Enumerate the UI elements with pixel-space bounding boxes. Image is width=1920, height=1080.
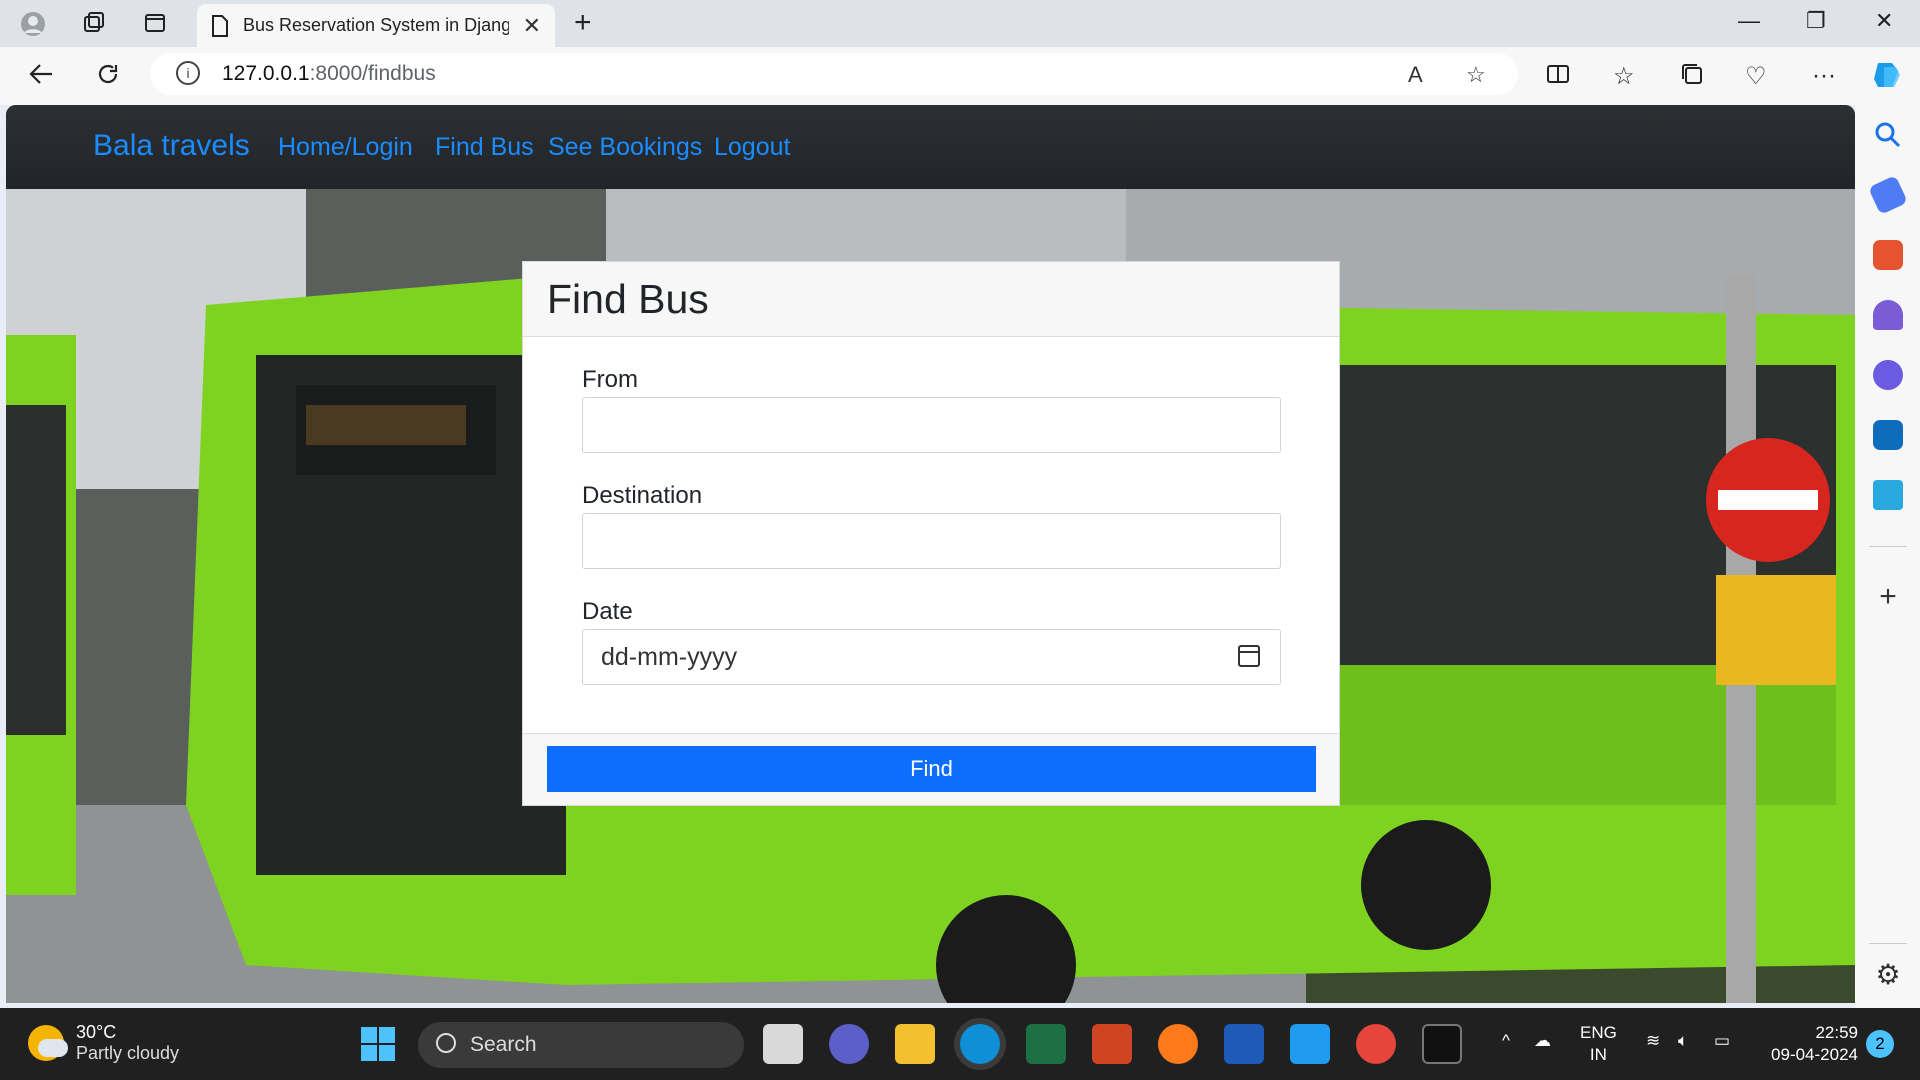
wifi-icon[interactable]: ≋ — [1646, 1030, 1660, 1052]
back-icon[interactable] — [28, 62, 54, 93]
tab-title: Bus Reservation System in Django — [243, 15, 509, 35]
edge-browser-icon[interactable] — [960, 1024, 1000, 1064]
page-viewport: Bala travels Home/Login Find Bus See Boo… — [6, 105, 1855, 1003]
card-header: Find Bus — [523, 262, 1339, 337]
battery-icon[interactable]: ▭ — [1714, 1030, 1730, 1052]
teams-chat-icon[interactable] — [829, 1024, 869, 1064]
nav-home-login[interactable]: Home/Login — [278, 133, 413, 162]
search-icon[interactable] — [1873, 120, 1903, 150]
language-indicator[interactable]: ENG IN — [1580, 1022, 1617, 1066]
workspaces-icon[interactable] — [80, 11, 106, 37]
calendar-icon[interactable] — [1238, 645, 1260, 667]
clock-time: 22:59 — [1815, 1023, 1858, 1042]
destination-input[interactable] — [582, 513, 1281, 569]
active-tab[interactable]: Bus Reservation System in Django ✕ — [197, 4, 555, 47]
outlook-icon[interactable] — [1873, 420, 1903, 450]
read-aloud-icon[interactable]: A — [1408, 62, 1423, 88]
date-placeholder: dd-mm-yyyy — [601, 642, 738, 671]
excel-icon[interactable] — [1026, 1024, 1066, 1064]
favorites-icon[interactable]: ☆ — [1613, 62, 1635, 91]
site-info-icon[interactable]: i — [176, 61, 200, 85]
terminal-icon[interactable] — [1422, 1024, 1462, 1064]
from-label: From — [582, 366, 638, 393]
taskbar-search-label: Search — [470, 1033, 537, 1056]
new-tab-button[interactable]: + — [574, 6, 592, 40]
games-icon[interactable] — [1873, 300, 1903, 330]
browser-essentials-icon[interactable]: ♡ — [1745, 62, 1767, 91]
task-view-icon[interactable] — [763, 1024, 803, 1064]
start-windows-icon[interactable] — [358, 1024, 398, 1064]
more-menu-icon[interactable]: ··· — [1812, 62, 1836, 90]
edge-sidebar: + ⚙ — [1855, 105, 1920, 1008]
weather-condition: Partly cloudy — [76, 1043, 180, 1063]
chrome-icon[interactable] — [1356, 1024, 1396, 1064]
taskbar-search[interactable]: Search — [418, 1022, 744, 1068]
clock[interactable]: 22:59 09-04-2024 — [1762, 1022, 1858, 1066]
onedrive-cloud-icon[interactable]: ☁ — [1534, 1030, 1551, 1052]
add-icon[interactable]: + — [1873, 582, 1903, 612]
search-magnifier-icon — [436, 1033, 456, 1053]
weather-widget[interactable]: 30°C Partly cloudy — [28, 1022, 179, 1064]
date-label: Date — [582, 598, 633, 625]
card-footer: Find — [523, 733, 1339, 805]
copilot-icon[interactable] — [1870, 57, 1906, 100]
destination-label: Destination — [582, 482, 703, 509]
windows-taskbar: 30°C Partly cloudy Search ^ ☁ ENG IN ≋ 🔈… — [0, 1008, 1920, 1080]
profile-icon[interactable] — [20, 11, 46, 37]
sidebar-divider-bottom — [1869, 943, 1907, 944]
nav-logout[interactable]: Logout — [714, 133, 790, 162]
notification-badge[interactable]: 2 — [1866, 1030, 1894, 1058]
favorite-star-icon[interactable]: ☆ — [1466, 62, 1486, 88]
sidebar-divider — [1869, 546, 1907, 547]
card-title: Find Bus — [547, 275, 709, 322]
drop-icon[interactable] — [1873, 480, 1903, 510]
microsoft-365-icon[interactable] — [1873, 360, 1903, 390]
find-button[interactable]: Find — [547, 746, 1316, 792]
restore-icon[interactable]: ❐ — [1806, 8, 1826, 34]
vertical-tabs-icon[interactable] — [142, 11, 168, 37]
url-path: :8000/findbus — [309, 62, 436, 85]
show-hidden-icons-chevron-icon[interactable]: ^ — [1502, 1030, 1510, 1052]
tab-strip: Bus Reservation System in Django ✕ + — ❐… — [0, 0, 1920, 47]
brand-link[interactable]: Bala travels — [93, 129, 250, 163]
date-input[interactable]: dd-mm-yyyy — [582, 629, 1281, 685]
close-tab-icon[interactable]: ✕ — [523, 13, 541, 39]
nav-find-bus[interactable]: Find Bus — [435, 133, 534, 162]
from-input[interactable] — [582, 397, 1281, 453]
page-icon — [212, 14, 228, 37]
clock-date: 09-04-2024 — [1771, 1045, 1858, 1064]
nav-see-bookings[interactable]: See Bookings — [548, 133, 702, 162]
find-bus-card: Find Bus From Destination Date dd-mm-yyy… — [522, 261, 1340, 806]
partly-cloudy-icon — [28, 1025, 68, 1061]
weather-temperature: 30°C — [76, 1022, 117, 1042]
language-code: ENG — [1580, 1023, 1617, 1042]
shopping-tag-icon[interactable] — [1868, 175, 1908, 215]
site-navbar: Bala travels Home/Login Find Bus See Boo… — [6, 105, 1855, 189]
vscode-icon[interactable] — [1290, 1024, 1330, 1064]
minimize-icon[interactable]: — — [1738, 8, 1760, 34]
volume-icon[interactable]: 🔈︎ — [1678, 1030, 1688, 1052]
word-icon[interactable] — [1224, 1024, 1264, 1064]
tools-icon[interactable] — [1873, 240, 1903, 270]
address-bar[interactable]: i 127.0.0.1:8000/findbus A ☆ — [150, 53, 1518, 95]
powerpoint-icon[interactable] — [1092, 1024, 1132, 1064]
refresh-icon[interactable] — [96, 62, 120, 93]
region-code: IN — [1589, 1045, 1607, 1064]
close-window-icon[interactable]: ✕ — [1875, 8, 1893, 34]
collections-icon[interactable] — [1680, 62, 1704, 93]
browser-toolbar: i 127.0.0.1:8000/findbus A ☆ ☆ ♡ ··· — [0, 47, 1920, 105]
firefox-icon[interactable] — [1158, 1024, 1198, 1064]
url-host: 127.0.0.1 — [222, 62, 310, 85]
settings-gear-icon[interactable]: ⚙ — [1873, 960, 1903, 990]
split-screen-icon[interactable] — [1546, 62, 1570, 93]
file-explorer-icon[interactable] — [895, 1024, 935, 1064]
